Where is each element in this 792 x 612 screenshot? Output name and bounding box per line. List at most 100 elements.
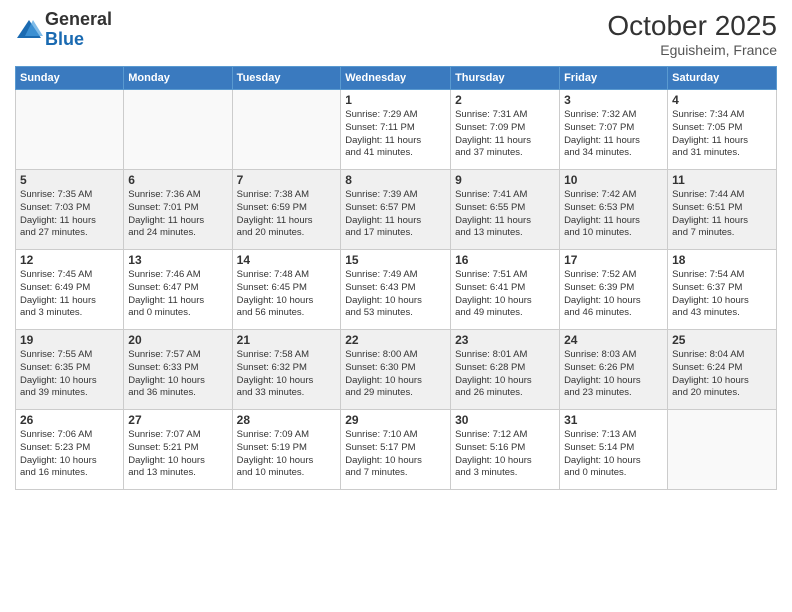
day-info: Sunrise: 7:07 AM Sunset: 5:21 PM Dayligh… [128, 429, 227, 480]
day-info: Sunrise: 7:57 AM Sunset: 6:33 PM Dayligh… [128, 349, 227, 400]
calendar-cell: 20 Sunrise: 7:57 AM Sunset: 6:33 PM Dayli… [124, 330, 232, 410]
calendar-week-row: 5 Sunrise: 7:35 AM Sunset: 7:03 PM Daylig… [16, 170, 777, 250]
logo-general-text: General [45, 9, 112, 29]
day-number: 23 [455, 333, 555, 347]
col-saturday: Saturday [668, 67, 777, 90]
day-info: Sunrise: 7:58 AM Sunset: 6:32 PM Dayligh… [237, 349, 337, 400]
col-monday: Monday [124, 67, 232, 90]
day-info: Sunrise: 7:13 AM Sunset: 5:14 PM Dayligh… [564, 429, 663, 480]
day-number: 22 [345, 333, 446, 347]
day-number: 4 [672, 93, 772, 107]
calendar-cell: 1 Sunrise: 7:29 AM Sunset: 7:11 PM Daylig… [341, 90, 451, 170]
day-number: 11 [672, 173, 772, 187]
calendar: Sunday Monday Tuesday Wednesday Thursday… [15, 66, 777, 490]
day-number: 7 [237, 173, 337, 187]
header-row: Sunday Monday Tuesday Wednesday Thursday… [16, 67, 777, 90]
day-info: Sunrise: 8:03 AM Sunset: 6:26 PM Dayligh… [564, 349, 663, 400]
day-number: 9 [455, 173, 555, 187]
day-info: Sunrise: 7:46 AM Sunset: 6:47 PM Dayligh… [128, 269, 227, 320]
day-number: 13 [128, 253, 227, 267]
day-number: 25 [672, 333, 772, 347]
calendar-week-row: 26Sunrise: 7:06 AM Sunset: 5:23 PM Dayli… [16, 410, 777, 490]
calendar-cell: 21 Sunrise: 7:58 AM Sunset: 6:32 PM Dayli… [232, 330, 341, 410]
day-number: 8 [345, 173, 446, 187]
calendar-cell: 8Sunrise: 7:39 AM Sunset: 6:57 PM Daylig… [341, 170, 451, 250]
day-info: Sunrise: 7:41 AM Sunset: 6:55 PM Dayligh… [455, 189, 555, 240]
day-number: 2 [455, 93, 555, 107]
calendar-week-row: 19 Sunrise: 7:55 AM Sunset: 6:35 PM Dayli… [16, 330, 777, 410]
day-info: Sunrise: 7:10 AM Sunset: 5:17 PM Dayligh… [345, 429, 446, 480]
day-number: 3 [564, 93, 663, 107]
calendar-cell: 3 Sunrise: 7:32 AM Sunset: 7:07 PM Daylig… [560, 90, 668, 170]
calendar-cell: 23 Sunrise: 8:01 AM Sunset: 6:28 PM Dayli… [451, 330, 560, 410]
col-wednesday: Wednesday [341, 67, 451, 90]
day-number: 12 [20, 253, 119, 267]
col-friday: Friday [560, 67, 668, 90]
col-thursday: Thursday [451, 67, 560, 90]
day-info: Sunrise: 7:55 AM Sunset: 6:35 PM Dayligh… [20, 349, 119, 400]
day-info: Sunrise: 7:52 AM Sunset: 6:39 PM Dayligh… [564, 269, 663, 320]
day-number: 16 [455, 253, 555, 267]
day-info: Sunrise: 7:31 AM Sunset: 7:09 PM Dayligh… [455, 109, 555, 160]
day-number: 20 [128, 333, 227, 347]
calendar-week-row: 12 Sunrise: 7:45 AM Sunset: 6:49 PM Dayli… [16, 250, 777, 330]
calendar-cell: 12 Sunrise: 7:45 AM Sunset: 6:49 PM Dayli… [16, 250, 124, 330]
calendar-cell: 19 Sunrise: 7:55 AM Sunset: 6:35 PM Dayli… [16, 330, 124, 410]
day-info: Sunrise: 7:51 AM Sunset: 6:41 PM Dayligh… [455, 269, 555, 320]
calendar-cell: 30Sunrise: 7:12 AM Sunset: 5:16 PM Dayli… [451, 410, 560, 490]
calendar-body: 1 Sunrise: 7:29 AM Sunset: 7:11 PM Daylig… [16, 90, 777, 490]
calendar-cell: 11 Sunrise: 7:44 AM Sunset: 6:51 PM Dayli… [668, 170, 777, 250]
logo-blue-text: Blue [45, 29, 84, 49]
day-number: 18 [672, 253, 772, 267]
calendar-cell: 2 Sunrise: 7:31 AM Sunset: 7:09 PM Daylig… [451, 90, 560, 170]
day-number: 28 [237, 413, 337, 427]
title-block: October 2025 Eguisheim, France [607, 10, 777, 58]
calendar-cell: 10Sunrise: 7:42 AM Sunset: 6:53 PM Dayli… [560, 170, 668, 250]
calendar-cell: 22Sunrise: 8:00 AM Sunset: 6:30 PM Dayli… [341, 330, 451, 410]
day-info: Sunrise: 7:38 AM Sunset: 6:59 PM Dayligh… [237, 189, 337, 240]
day-number: 14 [237, 253, 337, 267]
day-info: Sunrise: 7:09 AM Sunset: 5:19 PM Dayligh… [237, 429, 337, 480]
day-info: Sunrise: 7:36 AM Sunset: 7:01 PM Dayligh… [128, 189, 227, 240]
calendar-cell: 13 Sunrise: 7:46 AM Sunset: 6:47 PM Dayli… [124, 250, 232, 330]
day-info: Sunrise: 8:04 AM Sunset: 6:24 PM Dayligh… [672, 349, 772, 400]
calendar-cell: 24 Sunrise: 8:03 AM Sunset: 6:26 PM Dayli… [560, 330, 668, 410]
day-info: Sunrise: 7:12 AM Sunset: 5:16 PM Dayligh… [455, 429, 555, 480]
day-number: 31 [564, 413, 663, 427]
header: General Blue October 2025 Eguisheim, Fra… [15, 10, 777, 58]
day-info: Sunrise: 7:48 AM Sunset: 6:45 PM Dayligh… [237, 269, 337, 320]
location: Eguisheim, France [607, 42, 777, 58]
day-info: Sunrise: 7:35 AM Sunset: 7:03 PM Dayligh… [20, 189, 119, 240]
page: General Blue October 2025 Eguisheim, Fra… [0, 0, 792, 612]
day-number: 21 [237, 333, 337, 347]
calendar-cell: 9 Sunrise: 7:41 AM Sunset: 6:55 PM Daylig… [451, 170, 560, 250]
day-number: 24 [564, 333, 663, 347]
calendar-cell: 25 Sunrise: 8:04 AM Sunset: 6:24 PM Dayli… [668, 330, 777, 410]
calendar-cell: 6Sunrise: 7:36 AM Sunset: 7:01 PM Daylig… [124, 170, 232, 250]
calendar-cell: 14 Sunrise: 7:48 AM Sunset: 6:45 PM Dayli… [232, 250, 341, 330]
calendar-cell [124, 90, 232, 170]
calendar-cell: 28 Sunrise: 7:09 AM Sunset: 5:19 PM Dayli… [232, 410, 341, 490]
day-info: Sunrise: 7:45 AM Sunset: 6:49 PM Dayligh… [20, 269, 119, 320]
day-number: 1 [345, 93, 446, 107]
calendar-cell: 16 Sunrise: 7:51 AM Sunset: 6:41 PM Dayli… [451, 250, 560, 330]
day-info: Sunrise: 7:34 AM Sunset: 7:05 PM Dayligh… [672, 109, 772, 160]
calendar-cell: 7 Sunrise: 7:38 AM Sunset: 6:59 PM Daylig… [232, 170, 341, 250]
calendar-week-row: 1 Sunrise: 7:29 AM Sunset: 7:11 PM Daylig… [16, 90, 777, 170]
day-info: Sunrise: 8:01 AM Sunset: 6:28 PM Dayligh… [455, 349, 555, 400]
logo-icon [15, 16, 43, 44]
logo: General Blue [15, 10, 112, 50]
month-title: October 2025 [607, 10, 777, 42]
calendar-cell: 31 Sunrise: 7:13 AM Sunset: 5:14 PM Dayli… [560, 410, 668, 490]
day-info: Sunrise: 7:49 AM Sunset: 6:43 PM Dayligh… [345, 269, 446, 320]
day-number: 29 [345, 413, 446, 427]
calendar-cell [16, 90, 124, 170]
day-info: Sunrise: 7:32 AM Sunset: 7:07 PM Dayligh… [564, 109, 663, 160]
day-info: Sunrise: 7:29 AM Sunset: 7:11 PM Dayligh… [345, 109, 446, 160]
day-number: 27 [128, 413, 227, 427]
day-info: Sunrise: 7:44 AM Sunset: 6:51 PM Dayligh… [672, 189, 772, 240]
calendar-cell: 27 Sunrise: 7:07 AM Sunset: 5:21 PM Dayli… [124, 410, 232, 490]
col-sunday: Sunday [16, 67, 124, 90]
day-number: 5 [20, 173, 119, 187]
day-number: 19 [20, 333, 119, 347]
